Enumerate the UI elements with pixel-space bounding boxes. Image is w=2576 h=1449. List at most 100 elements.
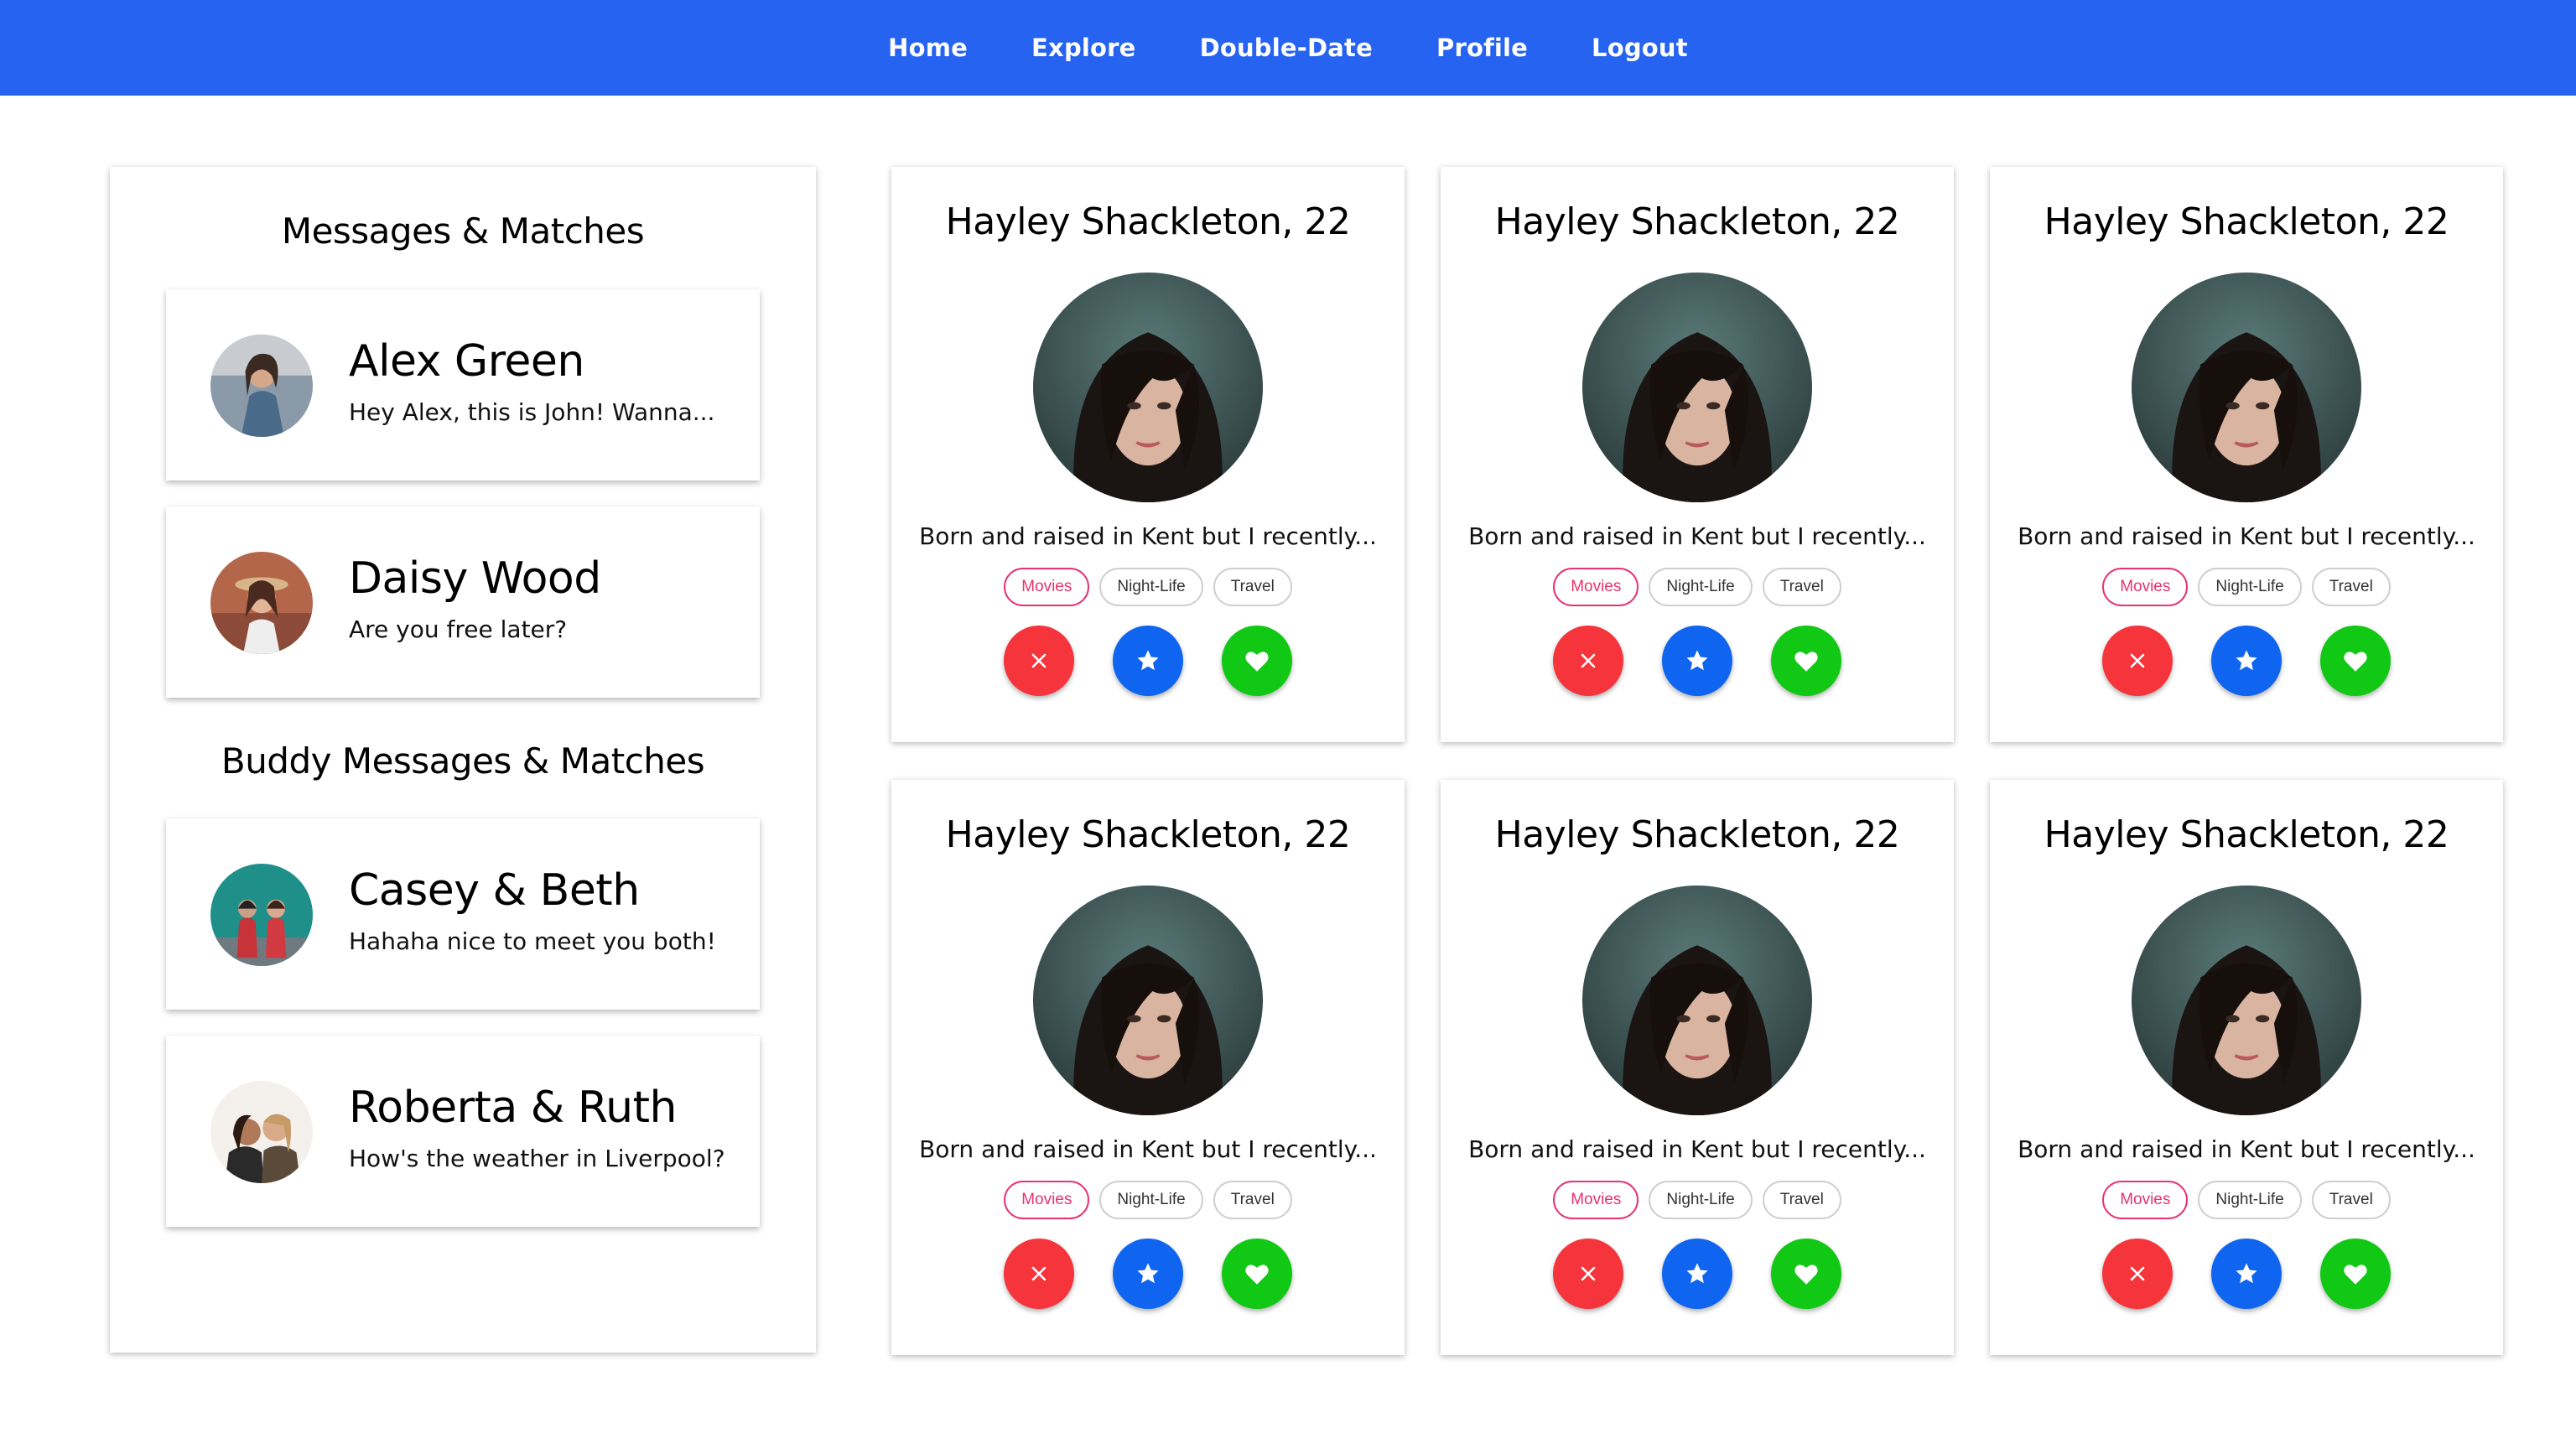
tag-movies[interactable]: Movies <box>2102 568 2189 606</box>
profile-bio: Born and raised in Kent but I recently..… <box>919 1135 1377 1163</box>
interest-tags: Movies Night-Life Travel <box>891 1181 1405 1219</box>
profile-photo[interactable] <box>1582 886 1812 1115</box>
profile-name: Hayley Shackleton, 22 <box>1494 813 1900 856</box>
close-icon <box>1031 653 1046 668</box>
interest-tags: Movies Night-Life Travel <box>1990 568 2503 606</box>
tag-movies[interactable]: Movies <box>1553 568 1639 606</box>
tag-travel[interactable]: Travel <box>1762 1181 1841 1219</box>
tag-travel[interactable]: Travel <box>1213 1181 1292 1219</box>
close-icon <box>2130 1266 2145 1281</box>
heart-icon <box>2344 1265 2367 1285</box>
heart-icon <box>1245 652 1269 672</box>
tag-movies[interactable]: Movies <box>1004 1181 1090 1219</box>
tag-movies[interactable]: Movies <box>2102 1181 2189 1219</box>
star-icon <box>1137 1263 1159 1284</box>
messages-sidebar: Messages & Matches Alex Green Hey Alex, … <box>110 167 816 1353</box>
profile-name: Hayley Shackleton, 22 <box>2044 200 2449 243</box>
conversation-alex-green[interactable]: Alex Green Hey Alex, this is John! Wanna… <box>166 289 760 480</box>
top-navigation: Home Explore Double-Date Profile Logout <box>0 0 2576 96</box>
heart-icon <box>1794 1265 1818 1285</box>
profile-photo[interactable] <box>2132 886 2361 1115</box>
profile-photo[interactable] <box>1582 273 1812 502</box>
like-button[interactable] <box>2320 1239 2391 1309</box>
super-like-button[interactable] <box>2211 626 2282 696</box>
profile-photo[interactable] <box>2132 273 2361 502</box>
heart-icon <box>2344 652 2367 672</box>
tag-night-life[interactable]: Night-Life <box>1099 1181 1203 1219</box>
message-preview: How's the weather in Liverpool? <box>349 1145 725 1172</box>
profile-card: Hayley Shackleton, 22 Born and raised in… <box>1441 780 1954 1355</box>
contact-name: Daisy Wood <box>349 553 601 604</box>
super-like-button[interactable] <box>2211 1239 2282 1309</box>
tag-movies[interactable]: Movies <box>1553 1181 1639 1219</box>
close-icon <box>2130 653 2145 668</box>
nav-logout-link[interactable]: Logout <box>1592 34 1688 62</box>
tag-night-life[interactable]: Night-Life <box>1649 568 1753 606</box>
like-button[interactable] <box>2320 626 2391 696</box>
close-icon <box>1031 1266 1046 1281</box>
like-button[interactable] <box>1771 1239 1841 1309</box>
card-actions <box>891 626 1405 696</box>
tag-night-life[interactable]: Night-Life <box>1099 568 1203 606</box>
tag-night-life[interactable]: Night-Life <box>2198 1181 2302 1219</box>
profile-bio: Born and raised in Kent but I recently..… <box>2018 522 2475 550</box>
reject-button[interactable] <box>2102 1239 2173 1309</box>
like-button[interactable] <box>1222 626 1292 696</box>
interest-tags: Movies Night-Life Travel <box>1990 1181 2503 1219</box>
card-actions <box>1441 1239 1954 1309</box>
reject-button[interactable] <box>1553 1239 1623 1309</box>
like-button[interactable] <box>1222 1239 1292 1309</box>
avatar <box>210 1081 313 1183</box>
interest-tags: Movies Night-Life Travel <box>1441 568 1954 606</box>
profile-bio: Born and raised in Kent but I recently..… <box>2018 1135 2475 1163</box>
profile-bio: Born and raised in Kent but I recently..… <box>1468 522 1926 550</box>
card-actions <box>891 1239 1405 1309</box>
super-like-button[interactable] <box>1662 1239 1732 1309</box>
profile-card: Hayley Shackleton, 22 Born and raised in… <box>1990 780 2503 1355</box>
like-button[interactable] <box>1771 626 1841 696</box>
reject-button[interactable] <box>1004 1239 1074 1309</box>
contact-name: Casey & Beth <box>349 865 640 916</box>
reject-button[interactable] <box>2102 626 2173 696</box>
card-actions <box>1441 626 1954 696</box>
tag-travel[interactable]: Travel <box>1213 568 1292 606</box>
profile-bio: Born and raised in Kent but I recently..… <box>1468 1135 1926 1163</box>
nav-profile-link[interactable]: Profile <box>1436 34 1528 62</box>
profile-photo[interactable] <box>1033 886 1263 1115</box>
super-like-button[interactable] <box>1113 1239 1183 1309</box>
super-like-button[interactable] <box>1662 626 1732 696</box>
close-icon <box>1581 653 1596 668</box>
heart-icon <box>1245 1265 1269 1285</box>
tag-travel[interactable]: Travel <box>2311 568 2391 606</box>
profile-card: Hayley Shackleton, 22 Born and raised in… <box>1990 167 2503 742</box>
tag-movies[interactable]: Movies <box>1004 568 1090 606</box>
conversation-daisy-wood[interactable]: Daisy Wood Are you free later? <box>166 506 760 698</box>
close-icon <box>1581 1266 1596 1281</box>
reject-button[interactable] <box>1004 626 1074 696</box>
profile-bio: Born and raised in Kent but I recently..… <box>919 522 1377 550</box>
nav-double-date-link[interactable]: Double-Date <box>1200 34 1373 62</box>
profile-name: Hayley Shackleton, 22 <box>945 813 1351 856</box>
profile-photo[interactable] <box>1033 273 1263 502</box>
profile-card: Hayley Shackleton, 22 Born and raised in… <box>1441 167 1954 742</box>
profile-name: Hayley Shackleton, 22 <box>2044 813 2449 856</box>
super-like-button[interactable] <box>1113 626 1183 696</box>
message-preview: Hey Alex, this is John! Wanna... <box>349 398 715 426</box>
conversation-casey-beth[interactable]: Casey & Beth Hahaha nice to meet you bot… <box>166 818 760 1010</box>
nav-explore-link[interactable]: Explore <box>1031 34 1136 62</box>
nav-home-link[interactable]: Home <box>888 34 968 62</box>
profile-name: Hayley Shackleton, 22 <box>1494 200 1900 243</box>
conversation-roberta-ruth[interactable]: Roberta & Ruth How's the weather in Live… <box>166 1036 760 1227</box>
card-actions <box>1990 626 2503 696</box>
avatar <box>210 864 313 966</box>
tag-night-life[interactable]: Night-Life <box>2198 568 2302 606</box>
interest-tags: Movies Night-Life Travel <box>1441 1181 1954 1219</box>
tag-travel[interactable]: Travel <box>1762 568 1841 606</box>
tag-night-life[interactable]: Night-Life <box>1649 1181 1753 1219</box>
reject-button[interactable] <box>1553 626 1623 696</box>
star-icon <box>2236 650 2257 671</box>
contact-name: Alex Green <box>349 336 584 387</box>
messages-heading: Messages & Matches <box>281 210 645 252</box>
profile-card: Hayley Shackleton, 22 Born and raised in… <box>891 780 1405 1355</box>
tag-travel[interactable]: Travel <box>2311 1181 2391 1219</box>
